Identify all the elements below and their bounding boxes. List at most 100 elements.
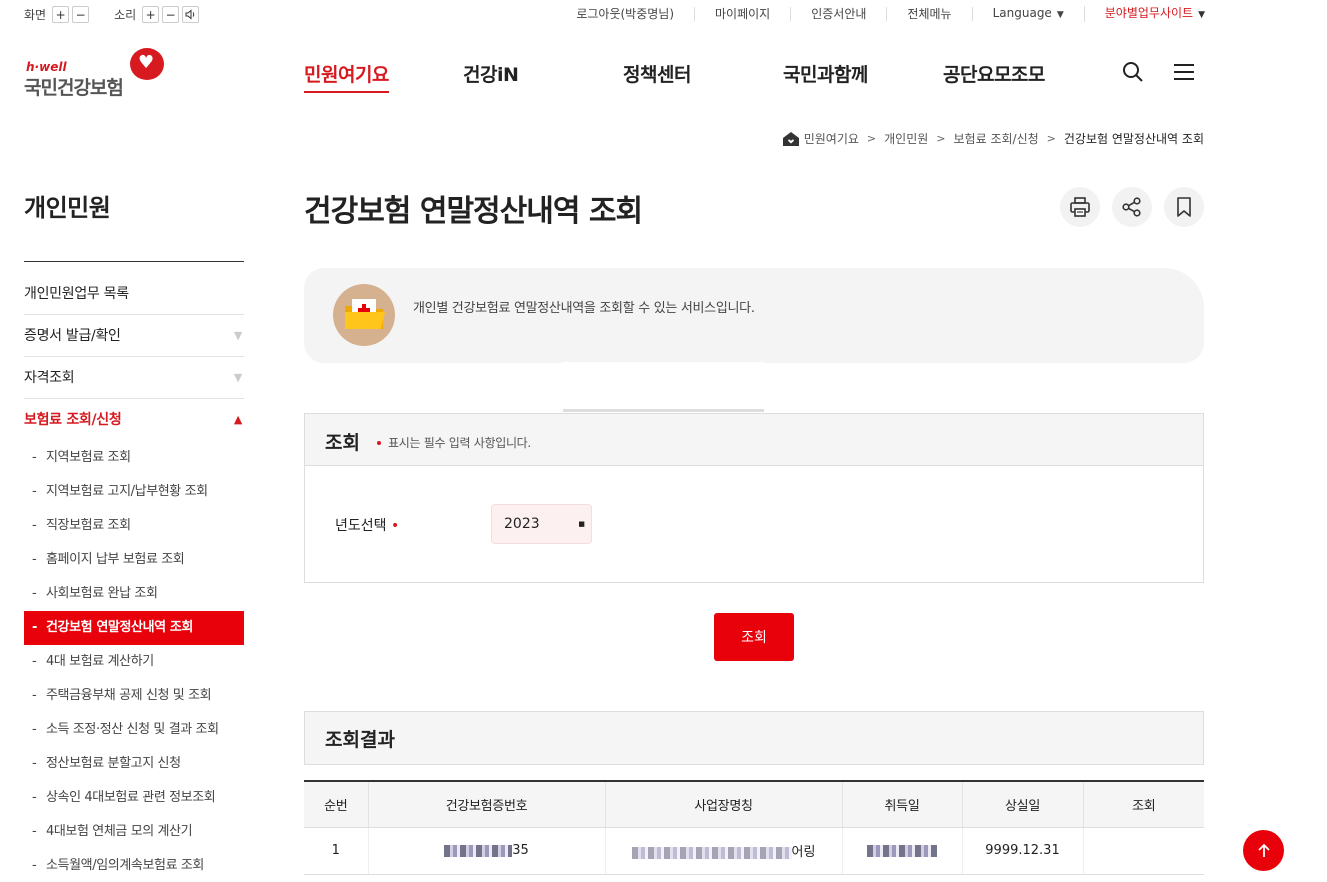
sidebar-subitem[interactable]: -4대 보험료 계산하기 <box>24 645 244 679</box>
sidebar-item-label: 증명서 발급/확인 <box>24 328 121 344</box>
cell-card-number: 35 <box>367 827 605 875</box>
font-size-controls: 화면 + − 소리 + − <box>24 6 202 23</box>
screen-zoom-in-button[interactable]: + <box>52 6 70 23</box>
sidebar-subitem[interactable]: - 지역보험료 고지/납부현황 조회 <box>24 475 244 509</box>
table-row: 1 35 어링 9999.12.31 <box>304 827 1204 875</box>
cell-company: 어링 <box>604 827 842 875</box>
print-icon <box>1070 197 1090 217</box>
table-header-row: 순번 건강보험증번호 사업장명칭 취득일 상실일 조회 <box>304 781 1204 828</box>
logo-name: 국민건강보험 <box>24 77 124 99</box>
breadcrumb-current: 건강보험 연말정산내역 조회 <box>1063 132 1204 146</box>
year-label: 년도선택 • <box>335 518 400 534</box>
language-label: Language <box>992 6 1052 20</box>
hamburger-menu-icon[interactable] <box>1172 61 1196 83</box>
site-select[interactable]: 분야별업무사이트 ▼ <box>1085 6 1205 22</box>
language-select[interactable]: Language ▼ <box>973 6 1085 22</box>
result-title: 조회결과 <box>325 729 395 751</box>
cell-view <box>1082 827 1204 875</box>
search-form-title: 조회 <box>325 432 360 454</box>
chevron-down-icon: ▼ <box>233 371 242 384</box>
caret-down-icon: ■ <box>578 520 585 528</box>
heart-logo-icon <box>130 48 164 80</box>
year-value: 2023 <box>504 516 540 532</box>
sidebar-subitem-active[interactable]: - 건강보험 연말정산내역 조회 <box>24 611 244 645</box>
search-form: 조회 표시는 필수 입력 사항입니다. 년도선택 • 2023 ■ <box>304 413 1204 583</box>
sidebar-subitem[interactable]: - 홈페이지 납부 보험료 조회 <box>24 543 244 577</box>
logo-tag: h·well <box>26 60 67 74</box>
sidebar-nav: 개인민원업무 목록 증명서 발급/확인 ▼ 자격조회 ▼ 보험료 조회/신청 ▲ -지… <box>24 273 244 882</box>
screen-size-label: 화면 <box>24 8 47 22</box>
medical-folder-icon <box>333 284 395 346</box>
sidebar-subitem[interactable]: - 지역보험료 조회 <box>24 441 244 475</box>
logout-link[interactable]: 로그아웃(박중명님) <box>556 7 696 21</box>
chevron-up-icon: ▲ <box>233 413 242 426</box>
col-no: 순번 <box>304 781 368 828</box>
home-icon[interactable] <box>782 131 800 147</box>
sidebar-subitem[interactable]: - 정산보험료 분할고지 신청 <box>24 747 244 781</box>
sidebar-item-eligibility[interactable]: 자격조회 ▼ <box>24 357 244 399</box>
sidebar-subitem[interactable]: - 직장보험료 조회 <box>24 509 244 543</box>
sidebar-item-premium[interactable]: 보험료 조회/신청 ▲ <box>24 399 244 441</box>
breadcrumb-item[interactable]: 개인민원 <box>884 130 928 147</box>
bookmark-button[interactable] <box>1164 187 1204 227</box>
site-label: 분야별업무사이트 <box>1104 6 1194 20</box>
print-button[interactable] <box>1060 187 1100 227</box>
breadcrumb-item[interactable]: 민원여기요 <box>804 130 859 147</box>
share-icon <box>1122 197 1141 217</box>
share-button[interactable] <box>1112 187 1152 227</box>
gnb-together[interactable]: 국민과함께 <box>783 60 868 87</box>
query-button[interactable]: 조회 <box>714 613 794 661</box>
sidebar-subitem[interactable]: - 소득 조정·정산 신청 및 결과 조회 <box>24 713 244 747</box>
col-view: 조회 <box>1082 781 1204 828</box>
scroll-top-button[interactable] <box>1243 830 1284 871</box>
speaker-icon[interactable] <box>182 6 200 23</box>
sidebar-item-civil-list[interactable]: 개인민원업무 목록 <box>24 273 244 315</box>
sidebar-divider <box>24 261 244 262</box>
all-menu-link[interactable]: 전체메뉴 <box>887 7 973 21</box>
gnb-health-in[interactable]: 건강iN <box>463 60 519 87</box>
sidebar-subitem[interactable]: - 소득월액/임의계속보험료 조회 <box>24 849 244 882</box>
result-table: 순번 건강보험증번호 사업장명칭 취득일 상실일 조회 1 35 어링 9999… <box>304 780 1204 875</box>
chevron-down-icon: ▼ <box>233 329 242 342</box>
sidebar-title: 개인민원 <box>24 194 111 222</box>
breadcrumb-item[interactable]: 보험료 조회/신청 <box>954 130 1039 147</box>
sidebar-item-label: 자격조회 <box>24 370 75 386</box>
col-company: 사업장명칭 <box>604 781 842 828</box>
year-select[interactable]: 2023 ■ <box>491 504 592 544</box>
caret-down-icon: ▼ <box>1198 10 1205 20</box>
cell-no: 1 <box>304 827 368 875</box>
sidebar-item-label: 개인민원업무 목록 <box>24 286 129 302</box>
breadcrumb: 민원여기요 > 개인민원 > 보험료 조회/신청 > 건강보험 연말정산내역 조… <box>782 130 1204 147</box>
bookmark-icon <box>1177 197 1191 217</box>
sidebar-item-certificates[interactable]: 증명서 발급/확인 ▼ <box>24 315 244 357</box>
volume-up-button[interactable]: + <box>142 6 160 23</box>
col-lost: 상실일 <box>961 781 1083 828</box>
gnb-policy[interactable]: 정책센터 <box>623 60 691 87</box>
nhis-logo[interactable]: h·well 국민건강보험 <box>24 48 166 99</box>
col-card-number: 건강보험증번호 <box>367 781 605 828</box>
volume-down-button[interactable]: − <box>162 6 180 23</box>
search-form-header: 조회 표시는 필수 입력 사항입니다. <box>305 414 1203 466</box>
sidebar-subitem[interactable]: - 주택금융부채 공제 신청 및 조회 <box>24 679 244 713</box>
arrow-up-icon <box>1257 843 1270 857</box>
cell-lost: 9999.12.31 <box>961 827 1083 875</box>
sound-label: 소리 <box>114 8 137 22</box>
result-header: 조회결과 <box>304 711 1204 765</box>
caret-down-icon: ▼ <box>1056 10 1064 20</box>
certificate-guide-link[interactable]: 인증서안내 <box>791 7 888 21</box>
page-title: 건강보험 연말정산내역 조회 <box>304 194 643 229</box>
search-icon[interactable] <box>1121 60 1145 84</box>
cell-acquired <box>841 827 962 875</box>
sidebar-item-label: 보험료 조회/신청 <box>24 412 122 428</box>
gnb-civil[interactable]: 민원여기요 <box>304 60 389 93</box>
col-acquired: 취득일 <box>841 781 962 828</box>
screen-zoom-out-button[interactable]: − <box>72 6 90 23</box>
gnb-about[interactable]: 공단요모조모 <box>943 60 1045 87</box>
mypage-link[interactable]: 마이페이지 <box>695 7 792 21</box>
sidebar-subitem[interactable]: - 상속인 4대보험료 관련 정보조회 <box>24 781 244 815</box>
service-intro-box: 개인별 건강보험료 연말정산내역을 조회할 수 있는 서비스입니다. <box>304 268 1204 363</box>
required-note: 표시는 필수 입력 사항입니다. <box>377 434 531 451</box>
sidebar-subitem[interactable]: - 사회보험료 완납 조회 <box>24 577 244 611</box>
utility-links: 로그아웃(박중명님) 마이페이지 인증서안내 전체메뉴 Language ▼ 분야… <box>556 6 1205 22</box>
sidebar-subitem[interactable]: -4대보험 연체금 모의 계산기 <box>24 815 244 849</box>
